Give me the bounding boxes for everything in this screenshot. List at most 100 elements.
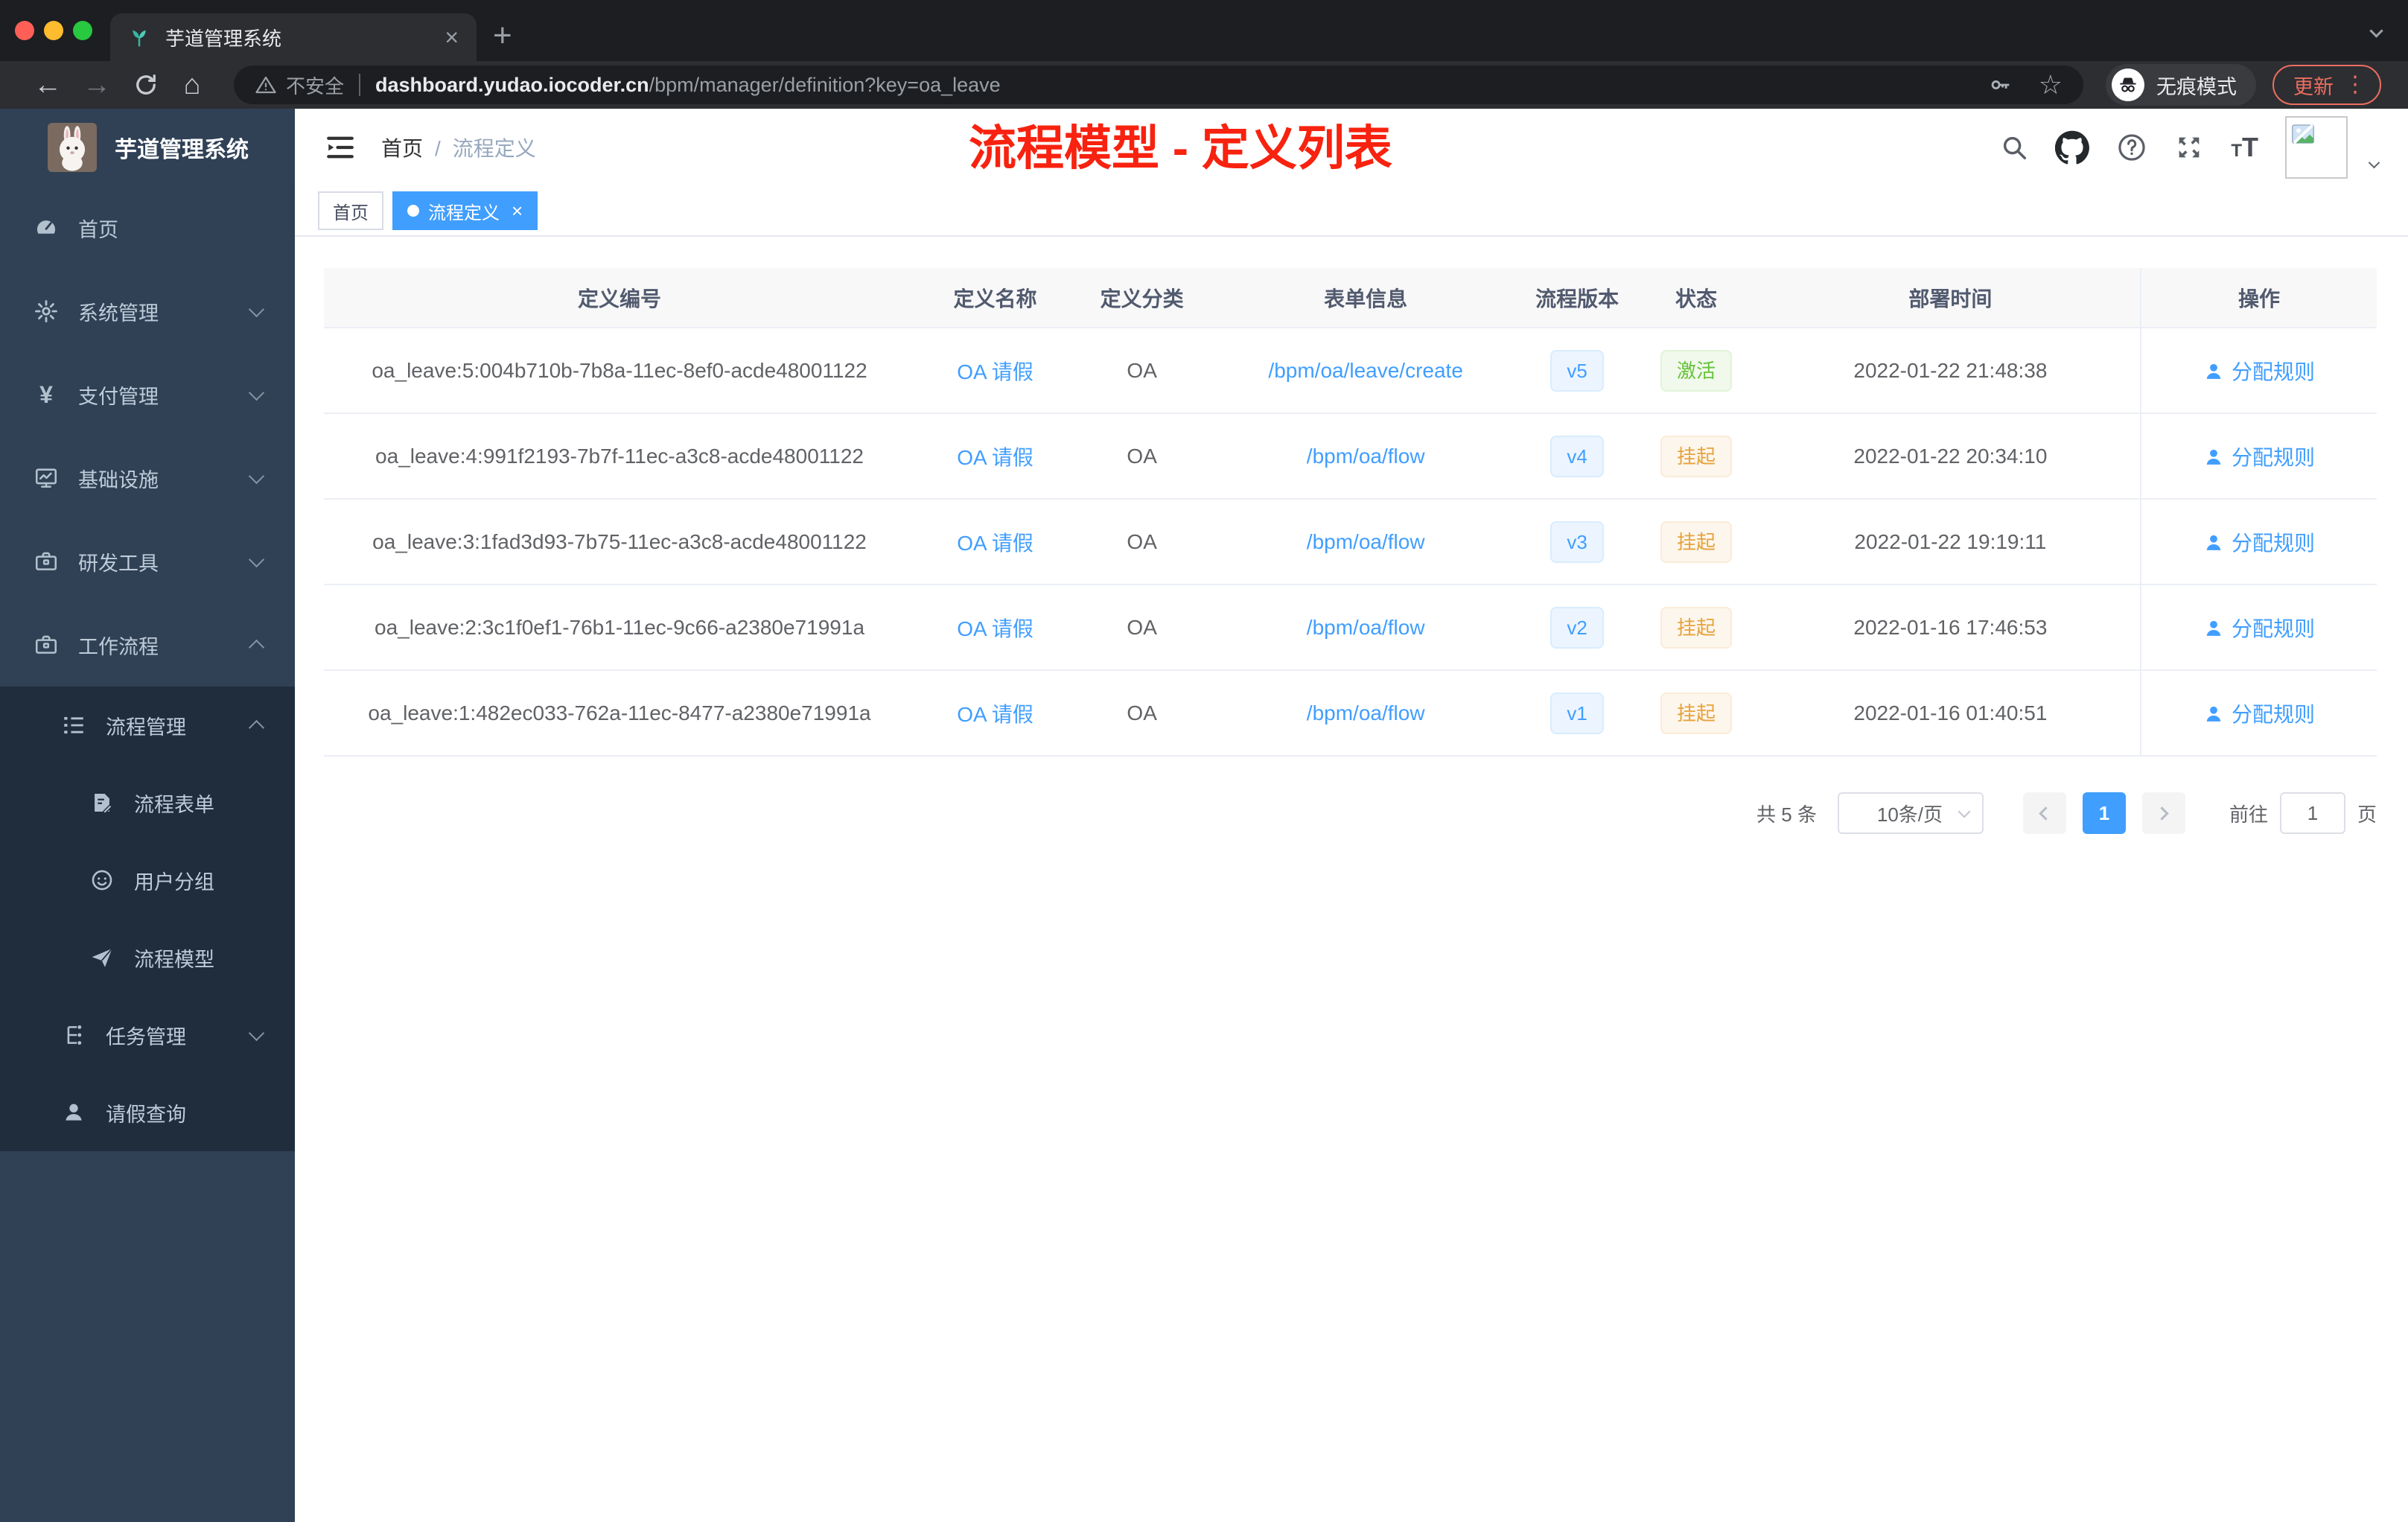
- table-row: oa_leave:1:482ec033-762a-11ec-8477-a2380…: [324, 670, 2377, 757]
- sidebar-item-icon: [34, 465, 59, 491]
- sidebar-item[interactable]: 任务管理: [0, 996, 295, 1074]
- sidebar-item-label: 工作流程: [78, 635, 159, 658]
- forward-button[interactable]: →: [80, 71, 113, 99]
- definition-name-link[interactable]: OA 请假: [957, 617, 1033, 640]
- sidebar-item-label: 研发工具: [78, 552, 159, 575]
- sidebar-item[interactable]: 工作流程: [0, 603, 295, 687]
- home-button[interactable]: ⌂: [176, 71, 208, 99]
- pagination: 共 5 条 10条/页 1 前往 页: [324, 792, 2377, 834]
- definition-name-link[interactable]: OA 请假: [957, 360, 1033, 383]
- chevron-icon: [248, 551, 265, 567]
- cell-category: OA: [1075, 670, 1209, 757]
- security-label[interactable]: 不安全: [286, 71, 344, 99]
- form-info-link[interactable]: /bpm/oa/flow: [1307, 445, 1425, 468]
- chevron-icon: [248, 384, 265, 401]
- goto-label: 前往: [2229, 803, 2268, 826]
- sidebar-item-icon: [34, 549, 59, 574]
- next-chevron-icon: [2155, 806, 2170, 821]
- sidebar-item[interactable]: 研发工具: [0, 520, 295, 603]
- tag[interactable]: 流程定义 ×: [392, 191, 538, 230]
- top-navbar: 首页 / 流程定义 流程模型 - 定义列表 TT: [295, 109, 2408, 186]
- assign-user-icon: [2203, 447, 2224, 468]
- security-warning-icon: [255, 74, 277, 96]
- sidebar-item[interactable]: 基础设施: [0, 436, 295, 520]
- sidebar-item-icon: [34, 215, 59, 241]
- form-info-link[interactable]: /bpm/oa/flow: [1307, 701, 1425, 725]
- sidebar-item-label: 流程管理: [106, 716, 186, 739]
- user-avatar-broken-image[interactable]: [2285, 116, 2348, 179]
- sidebar-item[interactable]: 流程模型: [0, 919, 295, 996]
- breadcrumb: 首页 / 流程定义: [381, 137, 536, 160]
- cell-definition-id: oa_leave:2:3c1f0ef1-76b1-11ec-9c66-a2380…: [324, 585, 916, 671]
- close-window-button[interactable]: [15, 21, 34, 40]
- reload-button[interactable]: [133, 71, 159, 98]
- breadcrumb-current: 流程定义: [452, 137, 536, 160]
- breadcrumb-home-link[interactable]: 首页: [381, 137, 423, 160]
- tag-close-icon[interactable]: ×: [512, 201, 523, 220]
- search-icon[interactable]: [2000, 133, 2028, 162]
- sidebar-logo[interactable]: 芋道管理系统: [0, 109, 295, 186]
- next-page-button[interactable]: [2141, 792, 2185, 834]
- col-definition-id: 定义编号: [324, 268, 916, 328]
- tab-search-chevron-icon[interactable]: [2369, 24, 2383, 38]
- sidebar-item-icon: [89, 790, 115, 815]
- assign-rule-link[interactable]: 分配规则: [2232, 703, 2315, 726]
- form-info-link[interactable]: /bpm/oa/flow: [1307, 530, 1425, 553]
- tag[interactable]: 首页: [318, 191, 383, 230]
- assign-rule-link[interactable]: 分配规则: [2232, 617, 2315, 640]
- font-size-icon[interactable]: TT: [2231, 134, 2258, 161]
- assign-user-icon: [2203, 532, 2224, 553]
- maximize-window-button[interactable]: [73, 21, 92, 40]
- definition-name-link[interactable]: OA 请假: [957, 446, 1033, 469]
- sidebar-item[interactable]: 流程管理: [0, 687, 295, 764]
- goto-page-input[interactable]: [2279, 792, 2345, 834]
- definition-name-link[interactable]: OA 请假: [957, 532, 1033, 555]
- sidebar-item[interactable]: ¥ 支付管理: [0, 353, 295, 436]
- prev-page-button[interactable]: [2022, 792, 2066, 834]
- assign-rule-link[interactable]: 分配规则: [2232, 532, 2315, 555]
- page-size-select[interactable]: 10条/页: [1837, 792, 1984, 834]
- tag-label: 首页: [333, 203, 369, 223]
- logo-avatar: [48, 123, 97, 172]
- main-column: 首页 / 流程定义 流程模型 - 定义列表 TT 首页 流程定义 × 定义编号 …: [295, 109, 2408, 1522]
- page-content: 定义编号 定义名称 定义分类 表单信息 流程版本 状态 部署时间 操作 oa_l…: [295, 237, 2408, 1522]
- browser-update-button[interactable]: 更新 ⋮: [2272, 65, 2381, 105]
- fullscreen-icon[interactable]: [2174, 133, 2204, 162]
- sidebar-collapse-hamburger-icon[interactable]: [325, 132, 356, 163]
- prev-chevron-icon: [2039, 806, 2054, 821]
- assign-rule-link[interactable]: 分配规则: [2232, 446, 2315, 469]
- form-info-link[interactable]: /bpm/oa/flow: [1307, 616, 1425, 639]
- sidebar-menu: 首页 系统管理 ¥ 支付管理 基础设施 研发工具 工作流程 流程管理 流程表单 …: [0, 186, 295, 1151]
- cell-deploy-time: 2022-01-22 20:34:10: [1760, 413, 2141, 500]
- sidebar: 芋道管理系统 首页 系统管理 ¥ 支付管理 基础设施 研发工具 工作流程 流程管…: [0, 109, 295, 1522]
- back-button[interactable]: ←: [31, 71, 64, 99]
- definition-name-link[interactable]: OA 请假: [957, 703, 1033, 726]
- cell-category: OA: [1075, 328, 1209, 414]
- sidebar-item[interactable]: 请假查询: [0, 1074, 295, 1151]
- tags-view-bar: 首页 流程定义 ×: [295, 186, 2408, 237]
- bookmark-star-icon[interactable]: ☆: [2039, 71, 2063, 98]
- form-info-link[interactable]: /bpm/oa/leave/create: [1268, 359, 1463, 382]
- sidebar-item-icon: [61, 713, 86, 738]
- sidebar-item[interactable]: 系统管理: [0, 270, 295, 353]
- avatar-dropdown-caret-icon[interactable]: [2368, 156, 2380, 168]
- new-tab-button[interactable]: +: [493, 19, 512, 52]
- assign-rule-link[interactable]: 分配规则: [2232, 360, 2315, 383]
- sidebar-item[interactable]: 流程表单: [0, 764, 295, 841]
- sidebar-item[interactable]: 首页: [0, 186, 295, 270]
- password-key-icon[interactable]: [1988, 72, 2013, 98]
- sidebar-item[interactable]: 用户分组: [0, 841, 295, 919]
- chevron-icon: [248, 639, 265, 655]
- minimize-window-button[interactable]: [44, 21, 63, 40]
- address-bar[interactable]: 不安全 dashboard.yudao.iocoder.cn/bpm/manag…: [234, 66, 2083, 104]
- tab-close-icon[interactable]: ×: [445, 25, 459, 49]
- current-page-button[interactable]: 1: [2082, 792, 2126, 834]
- cell-definition-id: oa_leave:3:1fad3d93-7b75-11ec-a3c8-acde4…: [324, 499, 916, 585]
- github-icon[interactable]: [2055, 130, 2090, 165]
- sidebar-item-icon: ¥: [39, 381, 53, 408]
- table-row: oa_leave:3:1fad3d93-7b75-11ec-a3c8-acde4…: [324, 499, 2377, 585]
- help-question-icon[interactable]: [2116, 132, 2147, 163]
- browser-tab[interactable]: 芋道管理系统 ×: [110, 13, 477, 61]
- browser-menu-dots-icon[interactable]: ⋮: [2344, 74, 2366, 96]
- logo-title: 芋道管理系统: [115, 138, 249, 162]
